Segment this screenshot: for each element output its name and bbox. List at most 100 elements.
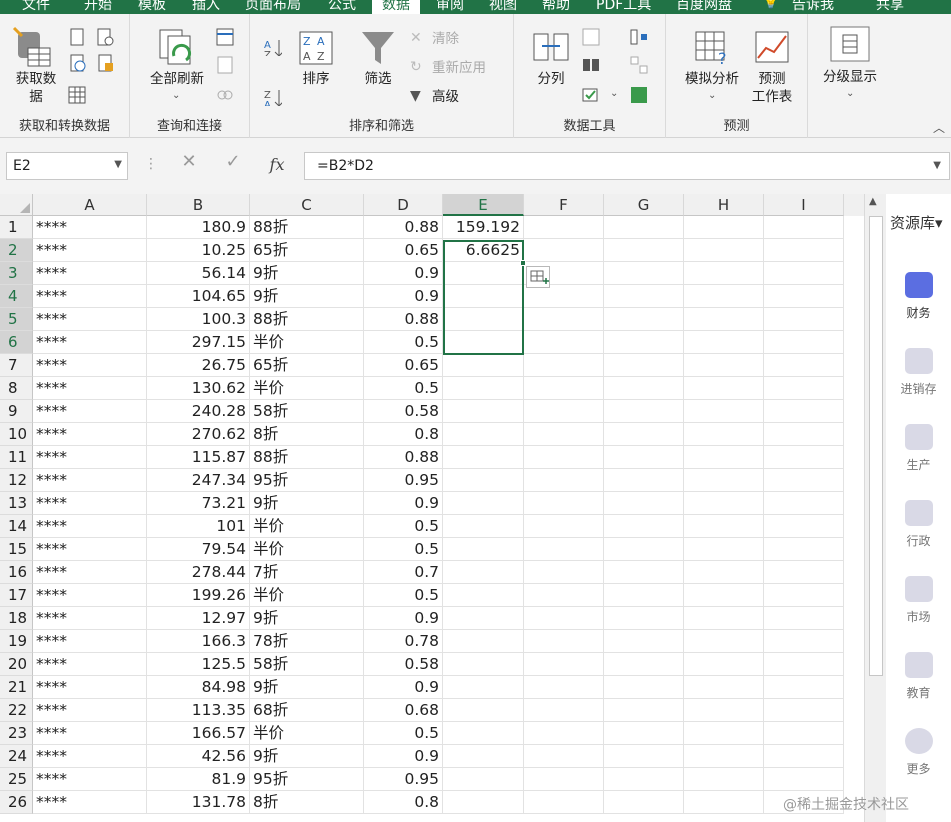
- cell-a7[interactable]: ****: [33, 354, 147, 377]
- cell-c20[interactable]: 58折: [250, 653, 364, 676]
- vertical-scrollbar[interactable]: ▲: [864, 194, 886, 822]
- cell-e10[interactable]: [443, 423, 524, 446]
- cell-i21[interactable]: [764, 676, 844, 699]
- relationships-icon[interactable]: [630, 56, 648, 74]
- tab-data[interactable]: 数据: [372, 0, 420, 14]
- cell-d23[interactable]: 0.5: [364, 722, 443, 745]
- cell-h20[interactable]: [684, 653, 764, 676]
- cell-d24[interactable]: 0.9: [364, 745, 443, 768]
- cell-c5[interactable]: 88折: [250, 308, 364, 331]
- row-header[interactable]: 7: [0, 354, 33, 377]
- properties-icon[interactable]: [216, 56, 234, 74]
- row-header[interactable]: 16: [0, 561, 33, 584]
- tab-page-layout[interactable]: 页面布局: [245, 0, 301, 14]
- tab-formulas[interactable]: 公式: [328, 0, 356, 14]
- cell-a12[interactable]: ****: [33, 469, 147, 492]
- cell-a15[interactable]: ****: [33, 538, 147, 561]
- cell-b16[interactable]: 278.44: [147, 561, 250, 584]
- cell-h5[interactable]: [684, 308, 764, 331]
- outline-dropdown-icon[interactable]: ⌄: [846, 88, 854, 99]
- cell-g17[interactable]: [604, 584, 684, 607]
- column-header-g[interactable]: G: [604, 194, 684, 216]
- cell-e3[interactable]: [443, 262, 524, 285]
- from-table-icon[interactable]: [68, 86, 86, 104]
- cell-f8[interactable]: [524, 377, 604, 400]
- share-button[interactable]: 共享: [876, 0, 904, 14]
- cell-i6[interactable]: [764, 331, 844, 354]
- cell-i10[interactable]: [764, 423, 844, 446]
- cell-c14[interactable]: 半价: [250, 515, 364, 538]
- cell-f18[interactable]: [524, 607, 604, 630]
- cell-h25[interactable]: [684, 768, 764, 791]
- cell-a3[interactable]: ****: [33, 262, 147, 285]
- cell-b15[interactable]: 79.54: [147, 538, 250, 561]
- row-header[interactable]: 8: [0, 377, 33, 400]
- data-validation-icon[interactable]: [582, 86, 600, 104]
- cell-d21[interactable]: 0.9: [364, 676, 443, 699]
- cell-b12[interactable]: 247.34: [147, 469, 250, 492]
- tab-file[interactable]: 文件: [22, 0, 50, 14]
- cell-h24[interactable]: [684, 745, 764, 768]
- cell-b7[interactable]: 26.75: [147, 354, 250, 377]
- cell-h2[interactable]: [684, 239, 764, 262]
- cell-g12[interactable]: [604, 469, 684, 492]
- cell-h21[interactable]: [684, 676, 764, 699]
- cell-e17[interactable]: [443, 584, 524, 607]
- cell-f4[interactable]: [524, 285, 604, 308]
- row-header[interactable]: 11: [0, 446, 33, 469]
- cell-a21[interactable]: ****: [33, 676, 147, 699]
- row-header[interactable]: 24: [0, 745, 33, 768]
- cell-h15[interactable]: [684, 538, 764, 561]
- cell-g21[interactable]: [604, 676, 684, 699]
- cell-d16[interactable]: 0.7: [364, 561, 443, 584]
- cell-c8[interactable]: 半价: [250, 377, 364, 400]
- cell-h23[interactable]: [684, 722, 764, 745]
- select-all-button[interactable]: [0, 194, 33, 216]
- cell-g24[interactable]: [604, 745, 684, 768]
- cell-b6[interactable]: 297.15: [147, 331, 250, 354]
- cell-i8[interactable]: [764, 377, 844, 400]
- cell-e23[interactable]: [443, 722, 524, 745]
- cell-e5[interactable]: [443, 308, 524, 331]
- cell-d12[interactable]: 0.95: [364, 469, 443, 492]
- row-header[interactable]: 21: [0, 676, 33, 699]
- cell-b26[interactable]: 131.78: [147, 791, 250, 814]
- cell-f6[interactable]: [524, 331, 604, 354]
- quick-analysis-icon[interactable]: [526, 266, 550, 288]
- cell-h17[interactable]: [684, 584, 764, 607]
- cell-d7[interactable]: 0.65: [364, 354, 443, 377]
- cell-b5[interactable]: 100.3: [147, 308, 250, 331]
- row-header[interactable]: 4: [0, 285, 33, 308]
- cell-e2[interactable]: 6.6625: [443, 239, 524, 262]
- cell-h10[interactable]: [684, 423, 764, 446]
- cell-c17[interactable]: 半价: [250, 584, 364, 607]
- cell-c9[interactable]: 58折: [250, 400, 364, 423]
- what-if-analysis-button[interactable]: 模拟分析: [680, 70, 744, 88]
- cell-e1[interactable]: 159.192: [443, 216, 524, 239]
- cell-c16[interactable]: 7折: [250, 561, 364, 584]
- cell-d20[interactable]: 0.58: [364, 653, 443, 676]
- cell-h1[interactable]: [684, 216, 764, 239]
- cell-d6[interactable]: 0.5: [364, 331, 443, 354]
- cell-d3[interactable]: 0.9: [364, 262, 443, 285]
- cell-g18[interactable]: [604, 607, 684, 630]
- cell-e22[interactable]: [443, 699, 524, 722]
- row-header[interactable]: 15: [0, 538, 33, 561]
- cell-d2[interactable]: 0.65: [364, 239, 443, 262]
- cell-g11[interactable]: [604, 446, 684, 469]
- cell-i19[interactable]: [764, 630, 844, 653]
- cell-b22[interactable]: 113.35: [147, 699, 250, 722]
- row-header[interactable]: 9: [0, 400, 33, 423]
- cell-c6[interactable]: 半价: [250, 331, 364, 354]
- cell-f10[interactable]: [524, 423, 604, 446]
- cell-e13[interactable]: [443, 492, 524, 515]
- cell-c4[interactable]: 9折: [250, 285, 364, 308]
- cell-h3[interactable]: [684, 262, 764, 285]
- cell-d25[interactable]: 0.95: [364, 768, 443, 791]
- cell-a17[interactable]: ****: [33, 584, 147, 607]
- resource-item-education[interactable]: 教育: [886, 652, 951, 701]
- cell-g6[interactable]: [604, 331, 684, 354]
- cell-e20[interactable]: [443, 653, 524, 676]
- cell-h26[interactable]: [684, 791, 764, 814]
- cell-c7[interactable]: 65折: [250, 354, 364, 377]
